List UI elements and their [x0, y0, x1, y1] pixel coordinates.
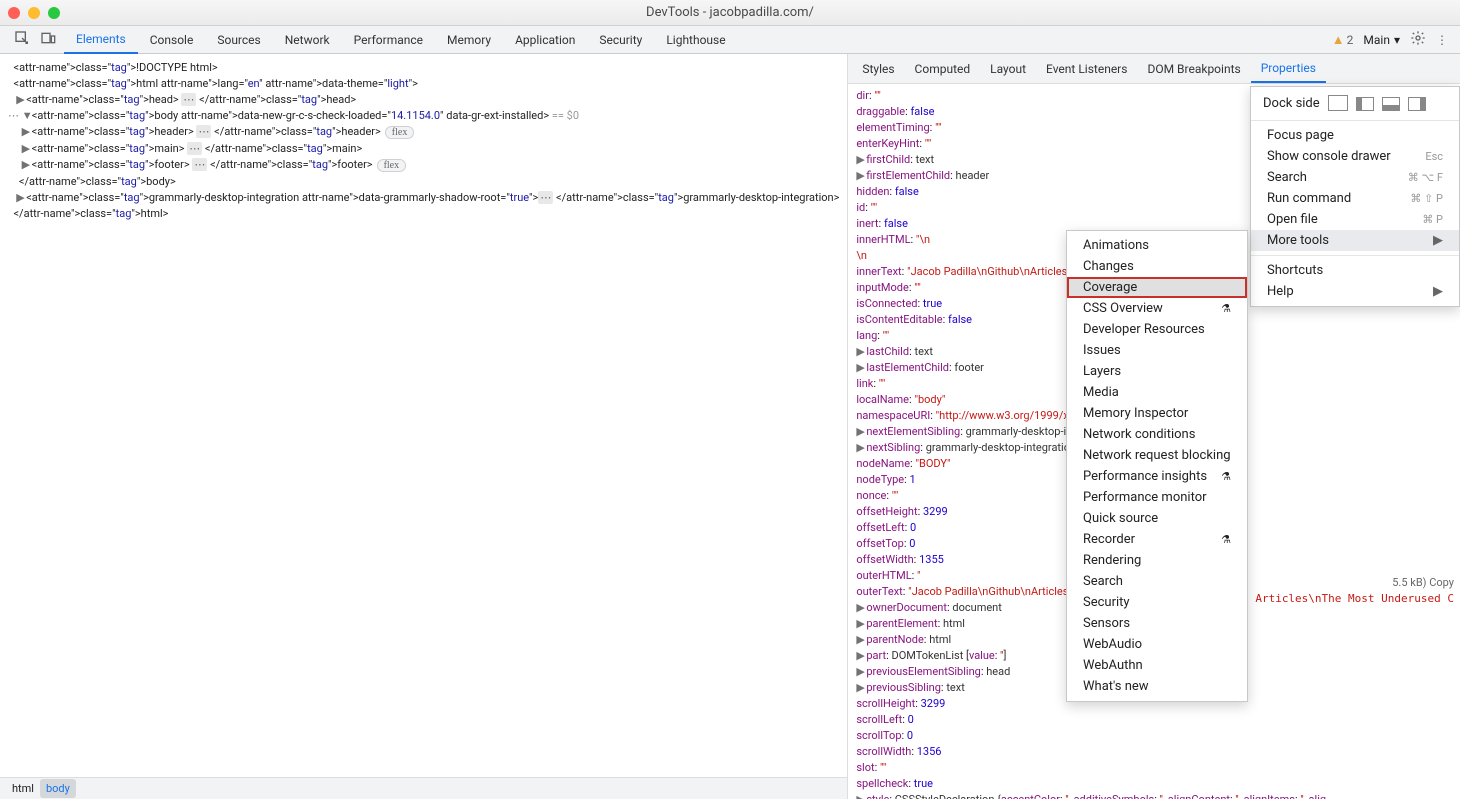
submenu-network-conditions[interactable]: Network conditions [1067, 424, 1247, 445]
tab-elements[interactable]: Elements [64, 26, 138, 54]
sidebar-pane: StylesComputedLayoutEvent ListenersDOM B… [848, 54, 1460, 799]
crumb-body[interactable]: body [40, 779, 76, 798]
submenu-security[interactable]: Security [1067, 592, 1247, 613]
prop-slot[interactable]: slot: "" [856, 760, 1452, 776]
titlebar: DevTools - jacobpadilla.com/ [0, 0, 1460, 26]
submenu-performance-insights[interactable]: Performance insights⚗ [1067, 466, 1247, 487]
submenu-rendering[interactable]: Rendering [1067, 550, 1247, 571]
sidebar-tab-layout[interactable]: Layout [980, 56, 1036, 82]
warnings-badge[interactable]: ▲2 [1332, 32, 1354, 48]
main-menu[interactable]: Dock side Focus pageShow console drawerE… [1250, 86, 1460, 307]
dock-left-icon[interactable] [1356, 97, 1374, 111]
crumb-html[interactable]: html [6, 779, 40, 798]
submenu-quick-source[interactable]: Quick source [1067, 508, 1247, 529]
sidebar-tabs: StylesComputedLayoutEvent ListenersDOM B… [848, 54, 1460, 84]
submenu-webaudio[interactable]: WebAudio [1067, 634, 1247, 655]
menu-shortcuts[interactable]: Shortcuts [1251, 260, 1459, 281]
tab-memory[interactable]: Memory [435, 27, 503, 53]
tab-network[interactable]: Network [273, 27, 342, 53]
main-toolbar: ElementsConsoleSourcesNetworkPerformance… [0, 26, 1460, 54]
breadcrumb: htmlbody [0, 777, 847, 799]
menu-run-command[interactable]: Run command⌘ ⇧ P [1251, 188, 1459, 209]
submenu-layers[interactable]: Layers [1067, 361, 1247, 382]
tab-security[interactable]: Security [587, 27, 654, 53]
submenu-recorder[interactable]: Recorder⚗ [1067, 529, 1247, 550]
submenu-issues[interactable]: Issues [1067, 340, 1247, 361]
prop-scrollWidth[interactable]: scrollWidth: 1356 [856, 744, 1452, 760]
prop-spellcheck[interactable]: spellcheck: true [856, 776, 1452, 792]
dock-undock-icon[interactable] [1330, 97, 1348, 111]
more-tools-submenu[interactable]: AnimationsChangesCoverageCSS Overview⚗De… [1066, 230, 1248, 702]
device-toolbar-icon[interactable] [40, 30, 56, 49]
submenu-animations[interactable]: Animations [1067, 235, 1247, 256]
menu-open-file[interactable]: Open file⌘ P [1251, 209, 1459, 230]
menu-search[interactable]: Search⌘ ⌥ F [1251, 167, 1459, 188]
menu-focus-page[interactable]: Focus page [1251, 125, 1459, 146]
copy-hint: 5.5 kB) Copy [1392, 576, 1454, 589]
window-title: DevTools - jacobpadilla.com/ [0, 5, 1460, 20]
more-menu-icon[interactable]: ⋮ [1436, 33, 1448, 47]
tab-performance[interactable]: Performance [342, 27, 435, 53]
dock-bottom-icon[interactable] [1382, 97, 1400, 111]
menu-show-console-drawer[interactable]: Show console drawerEsc [1251, 146, 1459, 167]
tab-application[interactable]: Application [503, 27, 587, 53]
submenu-network-request-blocking[interactable]: Network request blocking [1067, 445, 1247, 466]
menu-more-tools[interactable]: More tools▶ [1251, 230, 1459, 251]
elements-pane: <attr-name">class="tag">!DOCTYPE html> <… [0, 54, 848, 799]
prop-style[interactable]: ▶style: CSSStyleDeclaration {accentColor… [856, 792, 1452, 799]
submenu-what's-new[interactable]: What's new [1067, 676, 1247, 697]
dock-label: Dock side [1263, 96, 1320, 111]
main-tabs: ElementsConsoleSourcesNetworkPerformance… [64, 26, 738, 54]
inspect-icon[interactable] [14, 30, 30, 49]
target-select[interactable]: Main▾ [1363, 33, 1400, 47]
submenu-search[interactable]: Search [1067, 571, 1247, 592]
submenu-developer-resources[interactable]: Developer Resources [1067, 319, 1247, 340]
submenu-media[interactable]: Media [1067, 382, 1247, 403]
dock-right-icon[interactable] [1408, 97, 1426, 111]
tab-console[interactable]: Console [138, 27, 206, 53]
sidebar-tab-dom-breakpoints[interactable]: DOM Breakpoints [1137, 56, 1250, 82]
sidebar-tab-computed[interactable]: Computed [905, 56, 981, 82]
sidebar-tab-event-listeners[interactable]: Event Listeners [1036, 56, 1137, 82]
tab-sources[interactable]: Sources [205, 27, 272, 53]
menu-help[interactable]: Help▶ [1251, 281, 1459, 302]
submenu-memory-inspector[interactable]: Memory Inspector [1067, 403, 1247, 424]
prop-scrollTop[interactable]: scrollTop: 0 [856, 728, 1452, 744]
prop-scrollLeft[interactable]: scrollLeft: 0 [856, 712, 1452, 728]
tab-lighthouse[interactable]: Lighthouse [654, 27, 737, 53]
dom-tree[interactable]: <attr-name">class="tag">!DOCTYPE html> <… [0, 54, 847, 777]
settings-icon[interactable] [1410, 30, 1426, 49]
sidebar-tab-properties[interactable]: Properties [1251, 55, 1326, 83]
submenu-performance-monitor[interactable]: Performance monitor [1067, 487, 1247, 508]
innertext-overflow: t Articles\nThe Most Underused C [1242, 592, 1454, 605]
sidebar-tab-styles[interactable]: Styles [852, 56, 904, 82]
submenu-coverage[interactable]: Coverage [1067, 277, 1247, 298]
submenu-sensors[interactable]: Sensors [1067, 613, 1247, 634]
submenu-css-overview[interactable]: CSS Overview⚗ [1067, 298, 1247, 319]
submenu-changes[interactable]: Changes [1067, 256, 1247, 277]
submenu-webauthn[interactable]: WebAuthn [1067, 655, 1247, 676]
